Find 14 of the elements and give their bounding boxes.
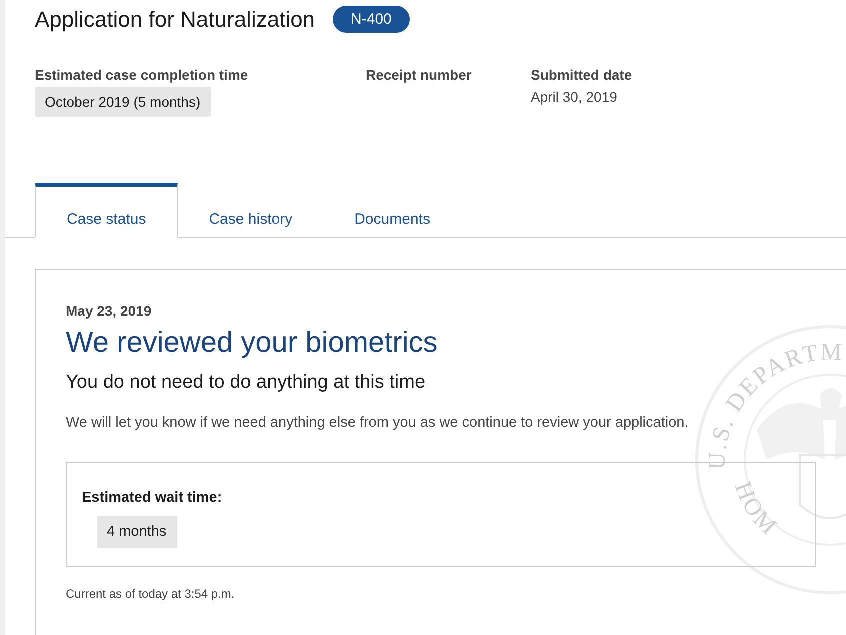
form-badge: N-400	[333, 6, 410, 33]
status-message: We will let you know if we need anything else from you as we continue to review your application.	[66, 415, 690, 431]
tab[interactable]: Case history	[178, 183, 324, 238]
detail-label: Estimated case completion time	[35, 67, 248, 83]
status-date: May 23, 2019	[66, 303, 153, 319]
completion-time-value: October 2019 (5 months)	[35, 87, 211, 117]
updated-note: Current as of today at 3:54 p.m.	[66, 587, 236, 601]
detail-label: Submitted date	[531, 67, 632, 83]
detail-label: Receipt number	[366, 67, 472, 83]
detail-value: April 30, 2019	[531, 89, 618, 105]
tab[interactable]: Documents	[324, 183, 462, 238]
page-title: Application for Naturalization	[35, 6, 316, 32]
tab[interactable]: Case status	[35, 183, 178, 238]
wait-time-value: 4 months	[97, 516, 177, 548]
